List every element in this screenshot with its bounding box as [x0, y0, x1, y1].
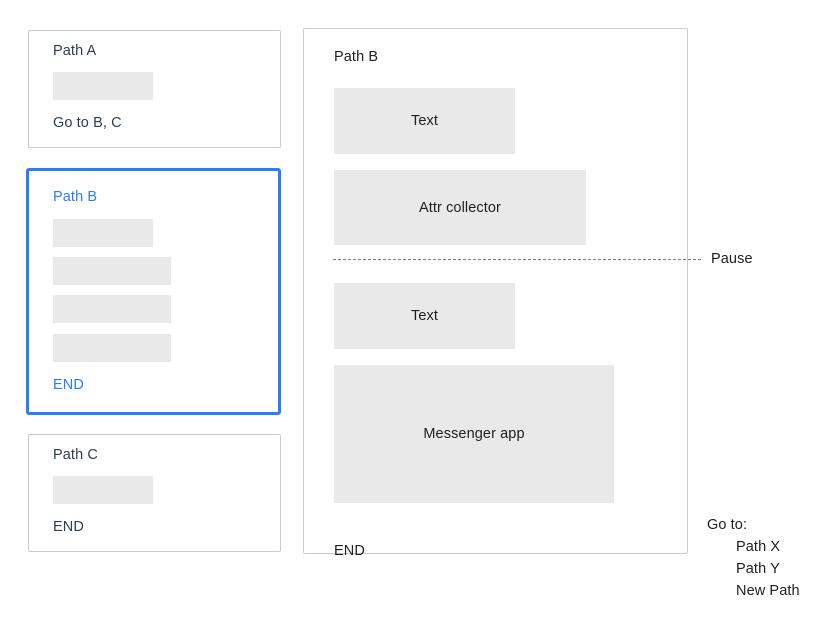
path-card-b[interactable]: Path B END [26, 168, 281, 415]
flow-block-text-2[interactable]: Text [334, 283, 515, 349]
path-detail-panel: Path B Text Attr collector Text Messenge… [303, 28, 688, 559]
path-card-b-footer: END [53, 377, 84, 393]
path-card-c-footer: END [53, 519, 84, 535]
path-card-a-footer: Go to B, C [53, 115, 122, 131]
path-detail-footer: END [334, 543, 365, 559]
path-card-b-placeholder-bar-1 [53, 219, 153, 247]
flow-block-messenger-app[interactable]: Messenger app [334, 365, 614, 503]
path-card-a[interactable]: Path A Go to B, C [28, 30, 281, 148]
path-card-c[interactable]: Path C END [28, 434, 281, 552]
path-card-b-placeholder-bar-4 [53, 334, 171, 362]
goto-list-heading: Go to: [707, 517, 748, 533]
path-card-a-placeholder-bar [53, 72, 153, 100]
flow-editor-canvas: Path A Go to B, C Path B END Path C END … [0, 0, 828, 629]
goto-item-new-path[interactable]: New Path [707, 580, 800, 602]
path-card-b-placeholder-bar-3 [53, 295, 171, 323]
pause-divider-label: Pause [711, 251, 753, 267]
path-card-b-title: Path B [53, 189, 98, 205]
flow-block-attr-collector[interactable]: Attr collector [334, 170, 586, 245]
goto-item-path-y[interactable]: Path Y [707, 558, 800, 580]
flow-block-text-1[interactable]: Text [334, 88, 515, 154]
path-card-c-placeholder-bar [53, 476, 153, 504]
goto-item-path-x[interactable]: Path X [707, 536, 800, 558]
path-card-a-title: Path A [53, 43, 97, 59]
path-card-b-placeholder-bar-2 [53, 257, 171, 285]
goto-list: Go to: Path X Path Y New Path [707, 514, 800, 602]
pause-divider-line [333, 259, 701, 260]
path-card-c-title: Path C [53, 447, 98, 463]
path-detail-title: Path B [334, 49, 379, 65]
